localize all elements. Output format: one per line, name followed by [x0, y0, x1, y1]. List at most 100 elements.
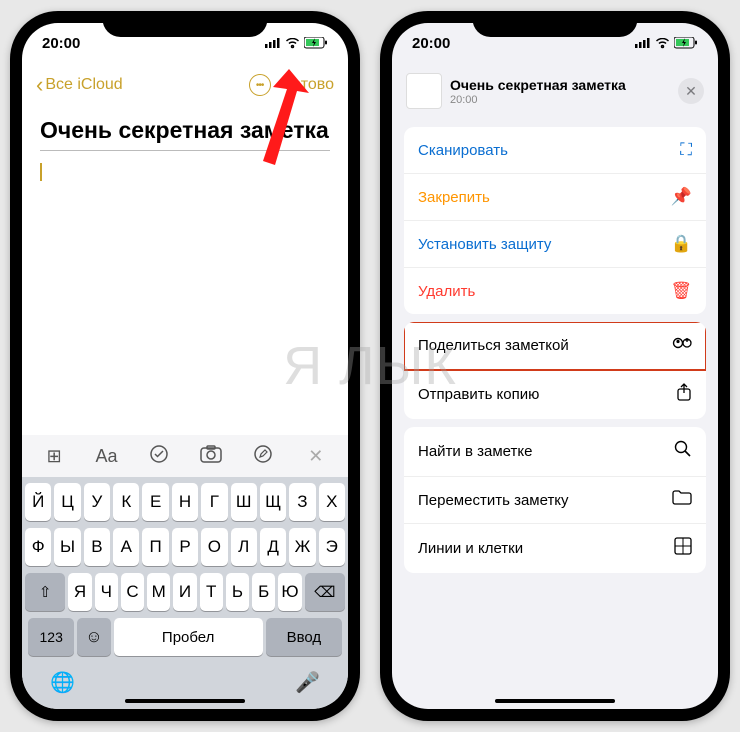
find-label: Найти в заметке: [418, 443, 532, 460]
key-М[interactable]: М: [147, 573, 170, 611]
key-Ж[interactable]: Ж: [289, 528, 315, 566]
key-И[interactable]: И: [173, 573, 196, 611]
back-label: Все iCloud: [45, 76, 122, 94]
key-Е[interactable]: Е: [142, 483, 168, 521]
mic-icon[interactable]: 🎤: [295, 670, 320, 695]
title-underline: [40, 150, 330, 151]
keyboard-toolbar: ⊞ Aa ✕: [22, 435, 348, 477]
note-editor[interactable]: Очень секретная заметка: [22, 107, 348, 196]
close-button[interactable]: ✕: [678, 78, 704, 104]
lock-action[interactable]: Установить защиту 🔒: [404, 221, 706, 268]
screen: 20:00 Очень секретная заметка 20:00 ✕ Ск…: [392, 23, 718, 709]
nav-bar: ‹ Все iCloud ••• Готово: [22, 63, 348, 107]
status-icons: [265, 37, 328, 49]
pin-label: Закрепить: [418, 189, 490, 206]
share-icon: [676, 383, 692, 406]
numeric-key[interactable]: 123: [28, 618, 74, 656]
action-group-3: Найти в заметке Переместить заметку Лини…: [404, 427, 706, 573]
enter-key[interactable]: Ввод: [266, 618, 342, 656]
key-Э[interactable]: Э: [319, 528, 345, 566]
key-З[interactable]: З: [289, 483, 315, 521]
note-title: Очень секретная заметка: [40, 117, 330, 150]
trash-icon: 🗑: [670, 281, 692, 301]
key-Щ[interactable]: Щ: [260, 483, 286, 521]
emoji-key[interactable]: ☺: [77, 618, 110, 656]
key-Л[interactable]: Л: [231, 528, 257, 566]
home-indicator[interactable]: [495, 699, 615, 703]
scan-label: Сканировать: [418, 142, 508, 159]
key-Т[interactable]: Т: [200, 573, 223, 611]
space-key[interactable]: Пробел: [114, 618, 263, 656]
share-note-icon: [672, 335, 692, 356]
done-button[interactable]: Готово: [285, 76, 334, 94]
move-action[interactable]: Переместить заметку: [404, 477, 706, 524]
notch: [103, 11, 268, 37]
send-copy-action[interactable]: Отправить копию: [404, 370, 706, 419]
key-Х[interactable]: Х: [319, 483, 345, 521]
screen: 20:00 ‹ Все iCloud ••• Готово Очень секр…: [22, 23, 348, 709]
key-Д[interactable]: Д: [260, 528, 286, 566]
signal-icon: [635, 38, 651, 48]
battery-icon: [304, 37, 328, 49]
key-Р[interactable]: Р: [172, 528, 198, 566]
scan-icon: ⛶: [680, 140, 692, 160]
delete-label: Удалить: [418, 283, 475, 300]
key-Й[interactable]: Й: [25, 483, 51, 521]
action-group-2: Поделиться заметкой Отправить копию: [404, 322, 706, 419]
key-Ю[interactable]: Ю: [278, 573, 301, 611]
key-Н[interactable]: Н: [172, 483, 198, 521]
globe-icon[interactable]: 🌐: [50, 670, 75, 695]
ellipsis-icon: •••: [256, 80, 264, 91]
key-П[interactable]: П: [142, 528, 168, 566]
search-icon: [674, 440, 692, 463]
more-button[interactable]: •••: [249, 74, 271, 96]
back-button[interactable]: ‹ Все iCloud: [36, 72, 123, 98]
key-С[interactable]: С: [121, 573, 144, 611]
phone-right: 20:00 Очень секретная заметка 20:00 ✕ Ск…: [380, 11, 730, 721]
table-icon[interactable]: ⊞: [35, 446, 73, 467]
key-О[interactable]: О: [201, 528, 227, 566]
keyboard: ⊞ Aa ✕ ЙЦУКЕНГШЩЗХ ФЫВАПРОЛДЖЭ ⇧ ЯЧСМИ: [22, 435, 348, 709]
key-Б[interactable]: Б: [252, 573, 275, 611]
key-Ь[interactable]: Ь: [226, 573, 249, 611]
key-В[interactable]: В: [84, 528, 110, 566]
sheet-title: Очень секретная заметка: [450, 77, 670, 93]
camera-icon[interactable]: [192, 445, 230, 468]
lock-icon: 🔒: [671, 234, 692, 254]
chevron-left-icon: ‹: [36, 72, 43, 98]
checklist-icon[interactable]: [140, 444, 178, 469]
pencil-icon[interactable]: [244, 444, 282, 469]
key-Ф[interactable]: Ф: [25, 528, 51, 566]
key-Ц[interactable]: Ц: [54, 483, 80, 521]
battery-icon: [674, 37, 698, 49]
sheet-header: Очень секретная заметка 20:00 ✕: [392, 63, 718, 119]
scan-action[interactable]: Сканировать ⛶: [404, 127, 706, 174]
close-keyboard-icon[interactable]: ✕: [297, 446, 335, 467]
share-note-action[interactable]: Поделиться заметкой: [404, 322, 706, 370]
key-К[interactable]: К: [113, 483, 139, 521]
signal-icon: [265, 38, 281, 48]
home-indicator[interactable]: [125, 699, 245, 703]
key-Ы[interactable]: Ы: [54, 528, 80, 566]
delete-key[interactable]: ⌫: [305, 573, 345, 611]
text-cursor: [40, 163, 42, 181]
format-button[interactable]: Aa: [87, 446, 125, 467]
shift-key[interactable]: ⇧: [25, 573, 65, 611]
find-action[interactable]: Найти в заметке: [404, 427, 706, 477]
key-Г[interactable]: Г: [201, 483, 227, 521]
delete-action[interactable]: Удалить 🗑: [404, 268, 706, 314]
key-Ш[interactable]: Ш: [231, 483, 257, 521]
pin-action[interactable]: Закрепить 📌: [404, 174, 706, 221]
key-У[interactable]: У: [84, 483, 110, 521]
lines-grid-action[interactable]: Линии и клетки: [404, 524, 706, 573]
note-thumbnail: [406, 73, 442, 109]
grid-icon: [674, 537, 692, 560]
sheet-time: 20:00: [450, 94, 670, 106]
key-Ч[interactable]: Ч: [95, 573, 118, 611]
lock-label: Установить защиту: [418, 236, 551, 253]
status-time: 20:00: [412, 35, 450, 52]
move-label: Переместить заметку: [418, 492, 569, 509]
key-А[interactable]: А: [113, 528, 139, 566]
send-copy-label: Отправить копию: [418, 386, 539, 403]
key-Я[interactable]: Я: [68, 573, 91, 611]
